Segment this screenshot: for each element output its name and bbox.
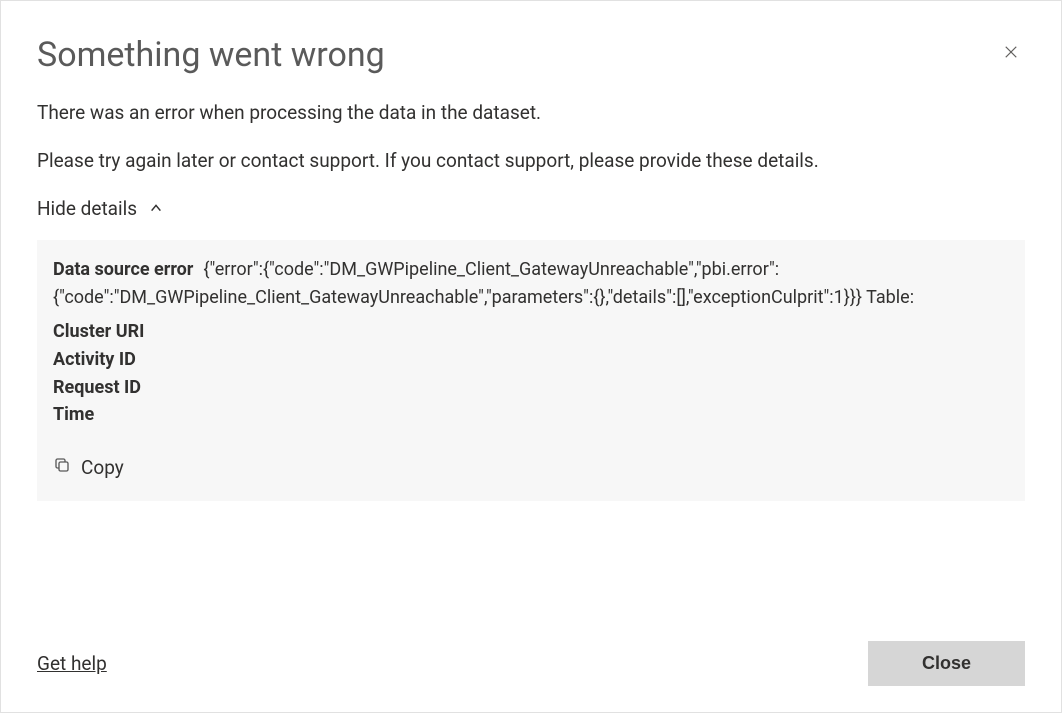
cluster-uri-label: Cluster URI <box>53 321 144 342</box>
details-panel: Data source error{"error":{"code":"DM_GW… <box>37 240 1025 501</box>
error-dialog: Something went wrong There was an error … <box>0 0 1062 713</box>
detail-request-id: Request ID <box>53 374 1009 402</box>
detail-time: Time <box>53 401 1009 429</box>
copy-icon <box>53 453 71 482</box>
error-message-primary: There was an error when processing the d… <box>37 100 1025 127</box>
copy-button[interactable]: Copy <box>53 453 124 482</box>
detail-data-source-error: Data source error{"error":{"code":"DM_GW… <box>53 256 1009 312</box>
activity-id-label: Activity ID <box>53 349 136 370</box>
detail-cluster-uri: Cluster URI <box>53 318 1009 346</box>
toggle-details-button[interactable]: Hide details <box>37 197 1025 220</box>
toggle-details-label: Hide details <box>37 197 137 220</box>
request-id-label: Request ID <box>53 377 141 398</box>
get-help-link[interactable]: Get help <box>37 652 107 675</box>
dialog-title: Something went wrong <box>37 35 1025 76</box>
copy-label: Copy <box>81 453 124 482</box>
detail-activity-id: Activity ID <box>53 346 1009 374</box>
close-icon-button[interactable] <box>1001 43 1021 63</box>
data-source-error-label: Data source error <box>53 259 193 280</box>
close-icon <box>1004 44 1018 63</box>
error-message-secondary: Please try again later or contact suppor… <box>37 148 1025 175</box>
dialog-footer: Get help Close <box>37 611 1025 686</box>
time-label: Time <box>53 404 94 425</box>
chevron-up-icon <box>149 201 163 215</box>
close-button[interactable]: Close <box>868 641 1025 686</box>
